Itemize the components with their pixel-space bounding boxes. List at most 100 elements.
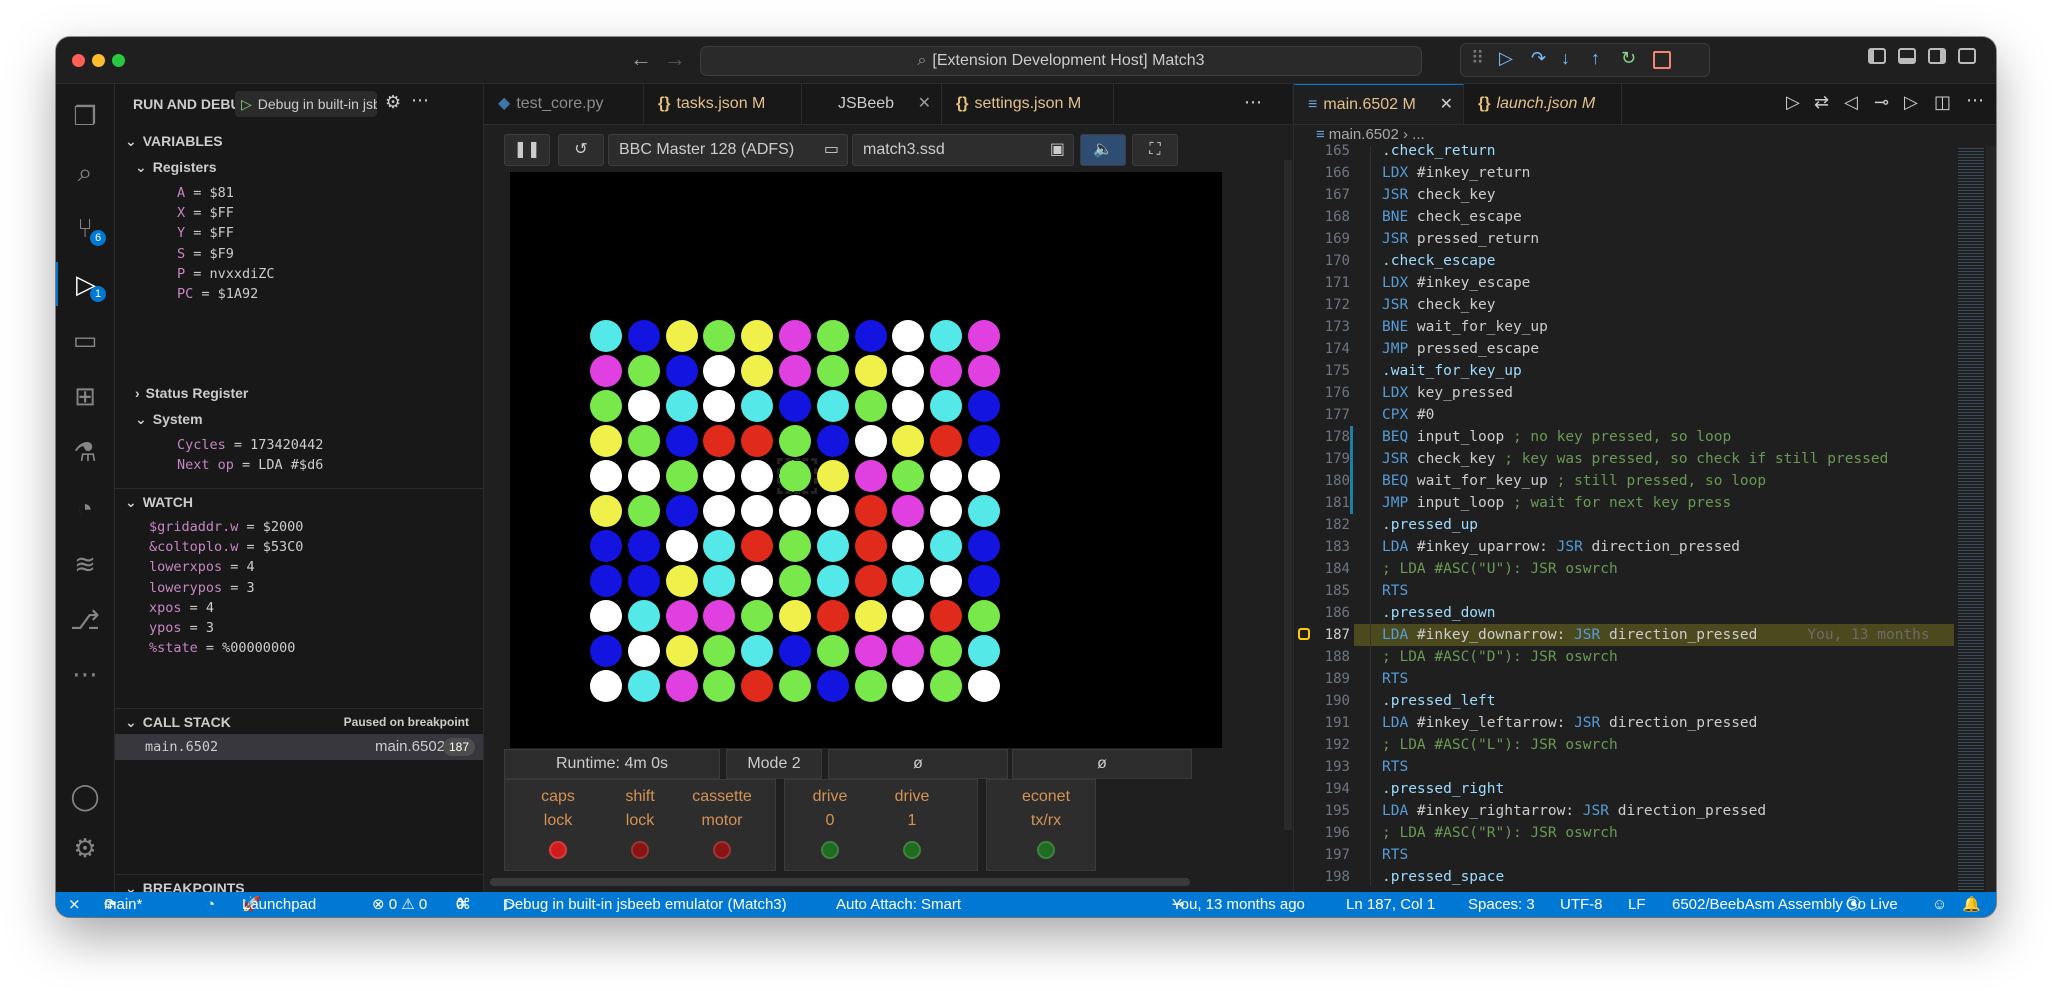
toggle-panel-icon[interactable] <box>1898 48 1916 64</box>
run-icon[interactable]: ▷ <box>1786 92 1800 113</box>
run-debug-icon[interactable]: ▷ 1 <box>56 262 114 306</box>
next-change-icon[interactable]: ▷ <box>1904 92 1918 113</box>
machine-select[interactable]: BBC Master 128 (ADFS) ▭ <box>608 134 848 166</box>
bell-icon[interactable]: 🔔 <box>1962 892 1981 917</box>
code-line[interactable]: RTS <box>1382 580 1408 602</box>
command-center[interactable]: ⌕ [Extension Development Host] Match3 <box>700 46 1422 76</box>
code-line[interactable]: .wait_for_key_up <box>1382 360 1522 382</box>
restart-icon[interactable]: ↻ <box>1621 48 1636 69</box>
registers-scope[interactable]: ⌄ Registers <box>115 154 483 180</box>
tab-settings-json[interactable]: {} settings.json M <box>942 84 1114 124</box>
editor-scrollbar[interactable] <box>1986 146 1996 892</box>
code-line[interactable]: .pressed_up <box>1382 514 1478 536</box>
emulator-screen[interactable] <box>510 172 1222 748</box>
commit-icon[interactable]: ⊸ <box>1874 92 1889 113</box>
source-control-icon[interactable]: ⑂ 6 <box>56 206 114 250</box>
split-editor-icon[interactable]: ◫ <box>1934 92 1951 113</box>
docker-icon[interactable]: ≋ <box>56 542 114 586</box>
tab-test-core[interactable]: ◆ test_core.py <box>484 84 644 124</box>
ellipsis-icon[interactable]: ⋯ <box>56 652 114 696</box>
code-line[interactable]: LDA #inkey_uparrow: JSR direction_presse… <box>1382 536 1740 558</box>
pause-button[interactable]: ❚❚ <box>504 134 550 166</box>
code-line[interactable]: .check_escape <box>1382 250 1496 272</box>
step-into-icon[interactable]: ↓ <box>1561 48 1570 69</box>
variables-section-header[interactable]: ⌄ VARIABLES <box>115 128 483 154</box>
code-line[interactable]: BNE check_escape <box>1382 206 1522 228</box>
code-line[interactable]: JSR check_key <box>1382 184 1496 206</box>
compare-icon[interactable]: ⇄ <box>1814 92 1829 113</box>
code-line[interactable]: LDA #inkey_downarrow: JSR direction_pres… <box>1382 624 1930 646</box>
step-out-icon[interactable]: ↑ <box>1591 48 1600 69</box>
code-line[interactable]: LDX #inkey_return <box>1382 162 1530 184</box>
debug-config-select[interactable]: ▷ Debug in built-in jsbeeb <box>235 91 377 117</box>
code-line[interactable]: JSR check_key ; key was pressed, so chec… <box>1382 448 1888 470</box>
minimize-window-button[interactable] <box>92 54 105 67</box>
gitlens-icon[interactable]: ◔ <box>56 486 114 530</box>
fullscreen-button[interactable]: ⛶ <box>1132 134 1178 166</box>
code-line[interactable]: JMP input_loop ; wait for next key press <box>1382 492 1731 514</box>
code-line[interactable]: LDA #inkey_leftarrow: JSR direction_pres… <box>1382 712 1757 734</box>
code-line[interactable]: JSR check_key <box>1382 294 1496 316</box>
code-line[interactable]: ; LDA #ASC("U"): JSR oswrch <box>1382 558 1618 580</box>
code-line[interactable]: LDX key_pressed <box>1382 382 1513 404</box>
more-actions-icon[interactable]: ⋯ <box>411 90 429 111</box>
auto-attach[interactable]: Auto Attach: Smart <box>836 892 961 917</box>
manage-gear-icon[interactable]: ⚙ <box>56 826 114 870</box>
code-line[interactable]: JSR pressed_return <box>1382 228 1539 250</box>
flask-icon[interactable]: ⚗ <box>56 430 114 474</box>
tab-main-6502[interactable]: ≡ main.6502 M ✕ <box>1294 84 1464 124</box>
sound-toggle[interactable]: 🔈 <box>1080 134 1126 166</box>
code-line[interactable]: BNE wait_for_key_up <box>1382 316 1548 338</box>
close-icon[interactable]: ✕ <box>918 84 931 124</box>
tab-launch-json[interactable]: {} launch.json M <box>1464 84 1622 124</box>
close-icon[interactable]: ✕ <box>1440 85 1453 125</box>
toggle-primary-sidebar-icon[interactable] <box>1868 48 1886 64</box>
watch-section-header[interactable]: ⌄ WATCH <box>115 488 483 515</box>
encoding[interactable]: UTF-8 <box>1560 892 1603 917</box>
call-stack-frame[interactable]: main.6502 main.6502 187 <box>115 734 483 760</box>
gripper-icon[interactable]: ⠿ <box>1471 48 1484 69</box>
code-line[interactable]: LDA #inkey_rightarrow: JSR direction_pre… <box>1382 800 1766 822</box>
copilot-icon[interactable]: ☺ <box>1932 892 1947 917</box>
code-line[interactable]: RTS <box>1382 668 1408 690</box>
back-arrow-icon[interactable]: ← <box>630 46 652 72</box>
language-mode[interactable]: 6502/BeebAsm Assembly <box>1672 892 1843 917</box>
stop-icon[interactable] <box>1653 51 1671 69</box>
continue-icon[interactable]: ▷ <box>1499 48 1513 69</box>
cursor-position[interactable]: Ln 187, Col 1 <box>1346 892 1435 917</box>
maximize-window-button[interactable] <box>112 54 125 67</box>
horizontal-scrollbar[interactable] <box>490 878 1190 886</box>
code-line[interactable]: ; LDA #ASC("R"): JSR oswrch <box>1382 822 1618 844</box>
indentation[interactable]: Spaces: 3 <box>1468 892 1535 917</box>
git-graph-icon[interactable]: ⎇ <box>56 598 114 642</box>
account-icon[interactable]: ◯ <box>56 774 114 818</box>
code-line[interactable]: .pressed_space <box>1382 866 1504 888</box>
previous-change-icon[interactable]: ◁ <box>1844 92 1858 113</box>
forward-arrow-icon[interactable]: → <box>664 46 686 72</box>
start-debug-icon[interactable]: ▷ <box>241 96 252 112</box>
variable-row[interactable]: %state = %00000000 <box>149 635 295 661</box>
variable-row[interactable]: Next op = LDA #$d6 <box>177 452 323 478</box>
customize-layout-icon[interactable] <box>1958 48 1976 64</box>
tab-jsbeeb[interactable]: JSBeeb ✕ <box>802 84 942 124</box>
gear-icon[interactable]: ⚙ <box>385 92 401 113</box>
code-line[interactable]: .pressed_right <box>1382 778 1504 800</box>
code-line[interactable]: BEQ input_loop ; no key pressed, so loop <box>1382 426 1731 448</box>
step-over-icon[interactable]: ↷ <box>1531 48 1546 69</box>
code-line[interactable]: .pressed_left <box>1382 690 1496 712</box>
eol[interactable]: LF <box>1628 892 1646 917</box>
code-line[interactable]: RTS <box>1382 844 1408 866</box>
tab-tasks-json[interactable]: {} tasks.json M <box>644 84 802 124</box>
code-line[interactable]: .pressed_down <box>1382 602 1496 624</box>
gitlens-status-icon[interactable]: ◔ <box>206 892 215 917</box>
code-line[interactable]: ; LDA #ASC("D"): JSR oswrch <box>1382 646 1618 668</box>
search-icon[interactable]: ⌕ <box>56 150 114 194</box>
remote-explorer-icon[interactable]: ▭ <box>56 318 114 362</box>
reset-button[interactable]: ↺ <box>558 134 604 166</box>
close-window-button[interactable] <box>72 54 85 67</box>
code-line[interactable]: .check_return <box>1382 140 1496 162</box>
save-disk-icon[interactable]: ▣ <box>1050 135 1065 165</box>
call-stack-section-header[interactable]: ⌄ CALL STACK Paused on breakpoint <box>115 708 483 735</box>
system-scope[interactable]: ⌄ System <box>115 406 483 432</box>
code-line[interactable]: LDX #inkey_escape <box>1382 272 1530 294</box>
